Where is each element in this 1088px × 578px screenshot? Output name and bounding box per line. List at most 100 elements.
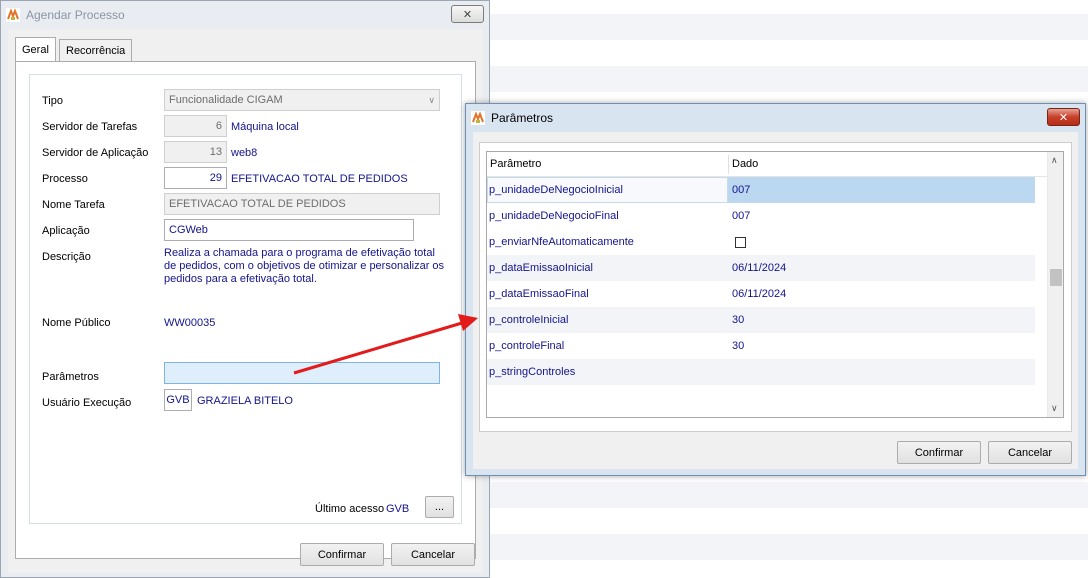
row-parameter-name: p_controleInicial: [489, 314, 569, 326]
ultimo-acesso-label: Último acesso: [315, 503, 385, 515]
descricao-line: Realiza a chamada para o programa de efe…: [164, 247, 435, 259]
app-icon: [6, 8, 20, 22]
table-row[interactable]: p_dataEmissaoInicial 06/11/2024: [487, 255, 1035, 281]
form-group: Tipo Funcionalidade CIGAM ∨ Servidor de …: [29, 74, 462, 524]
window-client: Parâmetro Dado p_unidadeDeNegocioInicial…: [473, 132, 1078, 469]
row-value: 06/11/2024: [732, 262, 787, 274]
parametros-grid: Parâmetro Dado p_unidadeDeNegocioInicial…: [486, 151, 1064, 418]
row-parameter-name: p_unidadeDeNegocioInicial: [489, 184, 623, 196]
nome-tarefa-field[interactable]: EFETIVACAO TOTAL DE PEDIDOS: [164, 193, 440, 215]
table-row[interactable]: p_unidadeDeNegocioFinal 007: [487, 203, 1035, 229]
titlebar: Agendar Processo ✕: [1, 1, 489, 29]
confirmar-button[interactable]: Confirmar: [897, 441, 981, 464]
aplicacao-label: Aplicação: [42, 225, 90, 237]
enviar-nfe-checkbox[interactable]: [735, 237, 746, 248]
row-parameter-name: p_controleFinal: [489, 340, 565, 352]
button-label: Confirmar: [317, 548, 367, 561]
aplicacao-value: CGWeb: [169, 224, 208, 236]
servidor-aplicacao-name: web8: [231, 147, 258, 159]
table-row[interactable]: p_controleFinal 30: [487, 333, 1035, 359]
row-value: 30: [732, 340, 745, 352]
usuario-execucao-label: Usuário Execução: [42, 397, 132, 409]
column-header-dado[interactable]: Dado: [732, 158, 758, 170]
row-value: 007: [732, 184, 751, 196]
nome-tarefa-value: EFETIVACAO TOTAL DE PEDIDOS: [169, 198, 346, 210]
grid-header: Parâmetro Dado: [487, 152, 1049, 177]
processo-name: EFETIVACAO TOTAL DE PEDIDOS: [231, 173, 408, 185]
descricao-line: de pedidos, com o objetivos de otimizar …: [164, 260, 445, 272]
window-title: Agendar Processo: [26, 8, 125, 22]
descricao-line: pedidos para a efetivação total.: [164, 273, 317, 285]
app-icon: [471, 111, 485, 125]
ultimo-acesso-button[interactable]: ...: [425, 496, 454, 518]
ultimo-acesso-value: GVB: [386, 503, 410, 515]
processo-number: 29: [209, 172, 222, 184]
nome-publico-label: Nome Público: [42, 317, 111, 329]
table-row[interactable]: p_unidadeDeNegocioInicial 007: [487, 177, 1035, 203]
servidor-tarefas-field[interactable]: 6: [164, 115, 227, 137]
servidor-tarefas-label: Servidor de Tarefas: [42, 121, 138, 133]
tab-label: Recorrência: [66, 44, 126, 57]
nome-tarefa-label: Nome Tarefa: [42, 199, 105, 211]
chevron-down-icon: ∨: [428, 95, 435, 105]
close-icon: ✕: [462, 8, 473, 21]
vertical-scrollbar[interactable]: ∧ ∨: [1047, 152, 1063, 417]
agendar-processo-window: Agendar Processo ✕ Geral Recorrência Tip…: [0, 0, 490, 578]
descricao-text: Realiza a chamada para o programa de efe…: [164, 247, 454, 286]
tab-geral[interactable]: Geral: [15, 37, 56, 61]
parametros-window: Parâmetros ✕ Parâmetro Dado p_unidadeDeN…: [465, 103, 1086, 476]
usuario-execucao-code-field[interactable]: GVB: [164, 389, 192, 411]
servidor-tarefas-name: Máquina local: [231, 121, 299, 133]
tipo-select[interactable]: Funcionalidade CIGAM ∨: [164, 89, 440, 111]
nome-publico-value: WW00035: [164, 317, 216, 329]
scroll-up-icon[interactable]: ∧: [1051, 155, 1058, 166]
window-title: Parâmetros: [491, 111, 554, 125]
button-label: Cancelar: [1007, 446, 1053, 459]
background-row: [490, 482, 1088, 508]
row-parameter-name: p_dataEmissaoInicial: [489, 262, 593, 274]
button-label: Confirmar: [914, 446, 964, 459]
ellipsis-label: ...: [434, 501, 445, 513]
titlebar: Parâmetros ✕: [466, 104, 1085, 132]
usuario-execucao-name: GRAZIELA BITELO: [197, 395, 293, 407]
row-value: 30: [732, 314, 745, 326]
row-parameter-name: p_stringControles: [489, 366, 576, 378]
close-icon: ✕: [1058, 111, 1069, 124]
parametros-field[interactable]: [164, 362, 440, 384]
close-button[interactable]: ✕: [1047, 108, 1080, 126]
column-header-parametro[interactable]: Parâmetro: [490, 158, 541, 170]
row-parameter-name: p_enviarNfeAutomaticamente: [489, 236, 634, 248]
aplicacao-field[interactable]: CGWeb: [164, 219, 414, 241]
table-row[interactable]: p_controleInicial 30: [487, 307, 1035, 333]
descricao-label: Descrição: [42, 251, 91, 263]
scroll-thumb[interactable]: [1050, 269, 1062, 286]
parametros-label: Parâmetros: [42, 371, 99, 383]
servidor-aplicacao-field[interactable]: 13: [164, 141, 227, 163]
tab-recorrencia[interactable]: Recorrência: [59, 39, 133, 61]
close-button[interactable]: ✕: [451, 5, 484, 23]
cancelar-button[interactable]: Cancelar: [391, 543, 475, 566]
background-row: [490, 66, 1088, 92]
cancelar-button[interactable]: Cancelar: [988, 441, 1072, 464]
tab-label: Geral: [22, 43, 49, 56]
row-parameter-name: p_dataEmissaoFinal: [489, 288, 589, 300]
tab-panel-geral: Tipo Funcionalidade CIGAM ∨ Servidor de …: [15, 61, 476, 559]
table-row[interactable]: p_dataEmissaoFinal 06/11/2024: [487, 281, 1035, 307]
processo-field[interactable]: 29: [164, 167, 227, 189]
usuario-execucao-code: GVB: [166, 394, 190, 406]
row-value: 06/11/2024: [732, 288, 787, 300]
scroll-down-icon[interactable]: ∨: [1051, 403, 1058, 414]
confirmar-button[interactable]: Confirmar: [300, 543, 384, 566]
tipo-label: Tipo: [42, 95, 63, 107]
column-separator: [728, 155, 729, 174]
window-client: Geral Recorrência Tipo Funcionalidade CI…: [8, 29, 483, 573]
table-row[interactable]: p_stringControles: [487, 359, 1035, 385]
background-row: [490, 534, 1088, 560]
servidor-aplicacao-label: Servidor de Aplicação: [42, 147, 149, 159]
button-label: Cancelar: [410, 548, 456, 561]
tipo-value: Funcionalidade CIGAM: [169, 94, 283, 106]
processo-label: Processo: [42, 173, 88, 185]
row-value: 007: [732, 210, 751, 222]
table-row[interactable]: p_enviarNfeAutomaticamente: [487, 229, 1035, 255]
servidor-aplicacao-number: 13: [209, 146, 222, 158]
